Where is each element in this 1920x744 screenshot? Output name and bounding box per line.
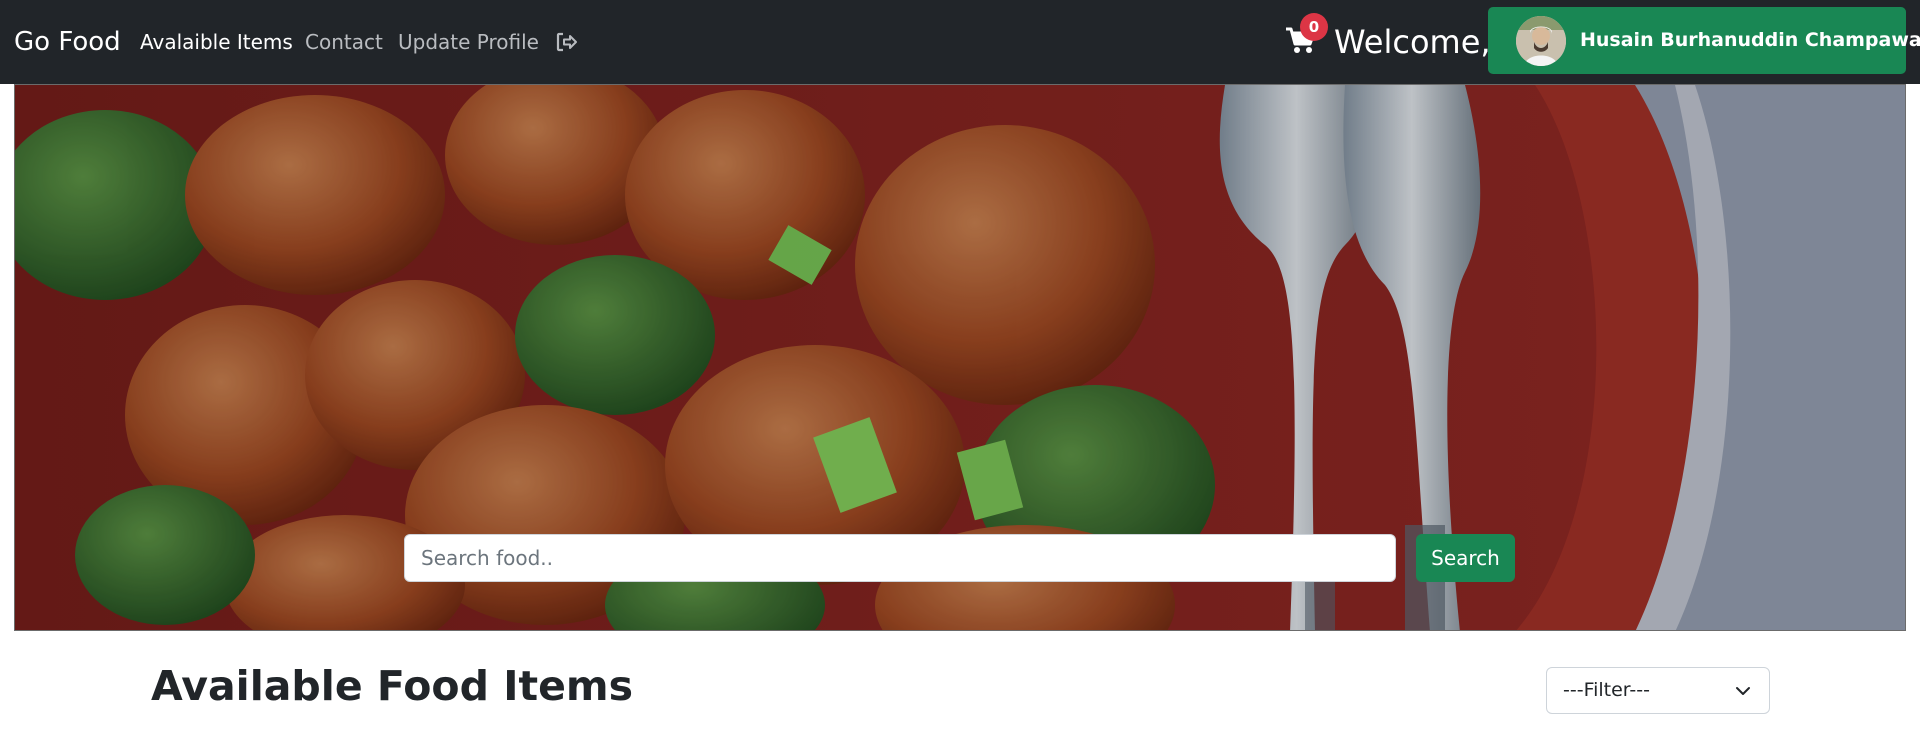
page-title: Available Food Items — [151, 662, 634, 710]
search-input[interactable] — [404, 534, 1396, 582]
user-profile-button[interactable]: Husain Burhanuddin Champawala — [1488, 7, 1920, 74]
sign-out-icon[interactable] — [554, 30, 578, 54]
chevron-down-icon — [1735, 683, 1751, 699]
nav-contact[interactable]: Contact — [305, 0, 383, 84]
filter-selected-value: ---Filter--- — [1563, 679, 1650, 701]
welcome-text: Welcome, — [1334, 23, 1491, 61]
cart-count-badge: 0 — [1300, 13, 1328, 41]
avatar — [1516, 16, 1566, 66]
user-name: Husain Burhanuddin Champawala — [1580, 29, 1920, 51]
search-button[interactable]: Search — [1416, 534, 1515, 582]
filter-select[interactable]: ---Filter--- — [1546, 667, 1770, 714]
brand-logo[interactable]: Go Food — [14, 0, 121, 84]
top-navbar: Go Food Avalaible Items Contact Update P… — [0, 0, 1920, 84]
nav-update-profile[interactable]: Update Profile — [398, 0, 539, 84]
nav-available-items[interactable]: Avalaible Items — [140, 0, 293, 84]
